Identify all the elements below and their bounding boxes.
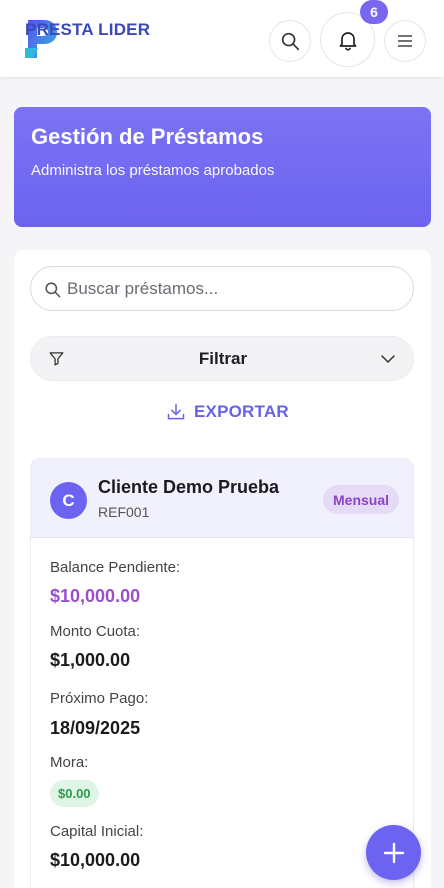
next-payment-value: 18/09/2025 — [50, 718, 141, 738]
search-input[interactable] — [67, 267, 397, 310]
loan-reference: REF001 — [98, 504, 150, 520]
search-icon — [281, 32, 300, 51]
installment-value: $1,000.00 — [50, 650, 131, 670]
page-title: Gestión de Préstamos — [31, 124, 264, 149]
plus-icon — [383, 842, 404, 863]
loan-search-field[interactable] — [30, 266, 414, 311]
search-icon — [45, 282, 61, 298]
filter-dropdown[interactable]: Filtrar — [30, 336, 414, 381]
balance-label: Balance Pendiente: — [50, 559, 181, 576]
loan-card-header: C Cliente Demo Prueba REF001 Mensual — [31, 459, 413, 538]
hamburger-icon — [398, 35, 412, 47]
next-payment-label: Próximo Pago: — [50, 690, 149, 707]
mora-label: Mora: — [50, 754, 89, 771]
balance-value: $10,000.00 — [50, 586, 141, 606]
chevron-down-icon — [381, 355, 395, 363]
client-avatar: C — [50, 482, 87, 519]
mora-badge: $0.00 — [50, 780, 99, 807]
notification-count-badge: 6 — [360, 0, 388, 24]
page-subtitle: Administra los préstamos aprobados — [31, 162, 275, 179]
page-banner: Gestión de Préstamos Administra los prés… — [14, 107, 431, 227]
export-button[interactable]: EXPORTAR — [166, 402, 289, 422]
payment-frequency-badge: Mensual — [323, 485, 400, 514]
search-button[interactable] — [269, 20, 311, 62]
menu-button[interactable] — [384, 20, 426, 62]
initial-capital-label: Capital Inicial: — [50, 823, 144, 840]
download-icon — [167, 403, 185, 420]
bell-icon — [339, 31, 356, 51]
client-name: Cliente Demo Prueba — [98, 477, 280, 497]
installment-label: Monto Cuota: — [50, 623, 141, 640]
loan-card[interactable]: C Cliente Demo Prueba REF001 Mensual Bal… — [30, 458, 414, 888]
logo-text: PRESTA LIDER — [25, 20, 151, 39]
export-label: EXPORTAR — [194, 402, 289, 421]
add-loan-button[interactable] — [366, 825, 421, 880]
initial-capital-value: $10,000.00 — [50, 850, 141, 870]
filter-label: Filtrar — [198, 349, 248, 368]
